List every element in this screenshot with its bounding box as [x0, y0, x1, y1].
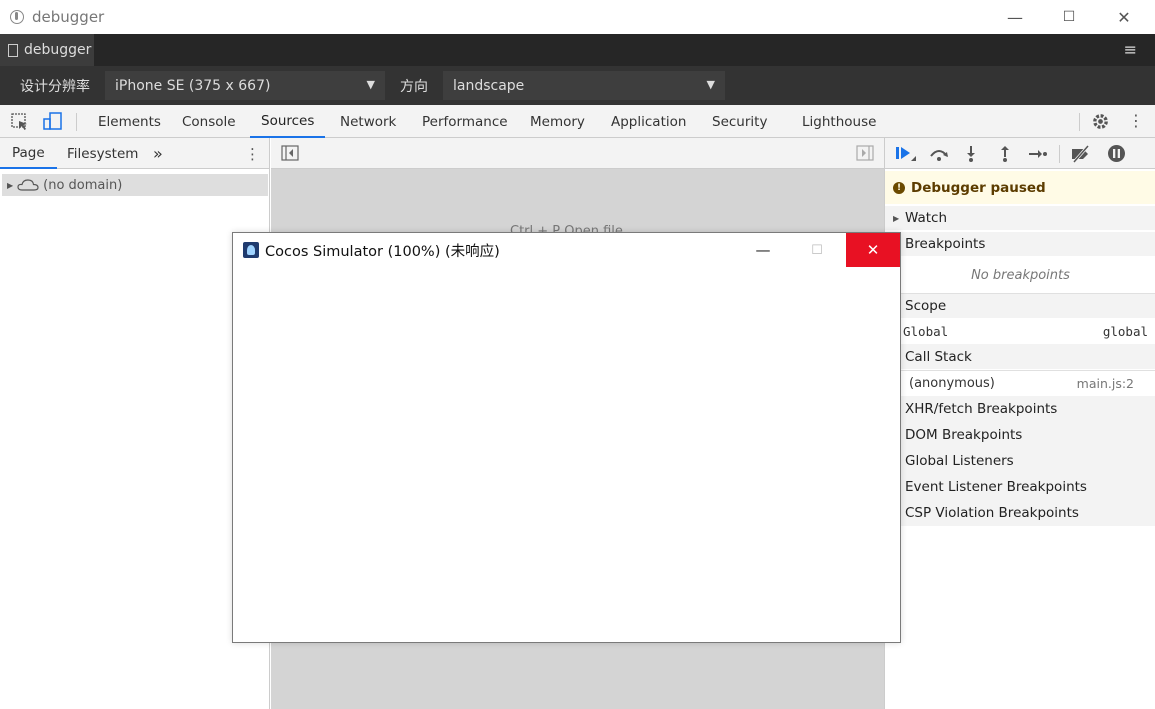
info-icon: ! [893, 181, 905, 194]
devtools-toolbar: Elements Console Sources Network Perform… [0, 105, 1155, 138]
section-dom-breakpoints[interactable]: DOM Breakpoints [885, 422, 1155, 448]
call-frame-row[interactable]: (anonymous) main.js:2 [885, 370, 1155, 396]
toggle-navigator-icon[interactable] [281, 145, 299, 161]
maximize-button[interactable]: ☐ [1042, 0, 1096, 34]
expand-triangle-icon[interactable]: ▶ [7, 181, 13, 190]
dom-label: DOM Breakpoints [905, 427, 1023, 443]
device-toolbar-icon[interactable] [43, 111, 63, 131]
breakpoints-label: Breakpoints [905, 236, 986, 252]
cloud-icon [17, 179, 39, 191]
chevron-down-icon: ▼ [366, 78, 375, 91]
close-button[interactable]: ✕ [1097, 0, 1151, 34]
resolution-label: 设计分辨率 [20, 78, 90, 95]
chevron-down-icon: ▼ [706, 78, 715, 91]
inspect-element-icon[interactable] [11, 113, 29, 131]
simulator-minimize-button[interactable]: — [736, 233, 790, 267]
app-icon [10, 10, 24, 24]
section-call-stack[interactable]: Call Stack [885, 344, 1155, 369]
more-tabs-icon[interactable]: » [153, 138, 163, 169]
tab-page[interactable]: Page [0, 138, 57, 169]
toolbar-divider [76, 113, 77, 131]
debugger-paused-banner: ! Debugger paused [885, 171, 1155, 204]
section-global-listeners[interactable]: Global Listeners [885, 448, 1155, 474]
paused-text: Debugger paused [911, 179, 1046, 196]
tab-console[interactable]: Console [182, 105, 236, 138]
navigator-panel: Page Filesystem » ⋮ ▶ (no domain) [0, 138, 270, 709]
toggle-debugger-icon[interactable] [856, 145, 874, 161]
section-csp-violation-breakpoints[interactable]: CSP Violation Breakpoints [885, 500, 1155, 526]
toolbar-divider [1079, 113, 1080, 131]
debugger-toolbar [885, 138, 1155, 169]
scope-label: Scope [905, 298, 947, 314]
navigator-menu-icon[interactable]: ⋮ [245, 138, 260, 169]
section-xhr-breakpoints[interactable]: XHR/fetch Breakpoints [885, 396, 1155, 422]
call-frame-name: (anonymous) [909, 376, 995, 391]
toolbar-divider [1059, 145, 1060, 163]
cocos-icon [243, 242, 259, 258]
orientation-label: 方向 [400, 78, 428, 95]
document-icon [8, 43, 18, 57]
section-watch[interactable]: Watch [885, 206, 1155, 230]
orientation-select[interactable]: landscape ▼ [443, 71, 725, 100]
tab-debugger[interactable]: debugger [0, 34, 94, 66]
no-breakpoints-message: No breakpoints [885, 258, 1155, 292]
device-settings-bar: 设计分辨率 iPhone SE (375 x 667) ▼ 方向 landsca… [0, 66, 1155, 105]
xhr-label: XHR/fetch Breakpoints [905, 401, 1058, 417]
tab-sources[interactable]: Sources [250, 105, 326, 138]
call-stack-label: Call Stack [905, 348, 972, 365]
more-options-icon[interactable]: ⋮ [1128, 111, 1144, 130]
step-into-icon[interactable] [964, 145, 978, 163]
debugger-sidebar: ! Debugger paused Watch Breakpoints No b… [884, 138, 1155, 709]
tab-performance[interactable]: Performance [422, 105, 508, 138]
tab-label: debugger [24, 42, 92, 58]
settings-gear-icon[interactable] [1091, 112, 1110, 131]
scope-value: global [1102, 323, 1148, 339]
scope-name: Global [903, 323, 949, 339]
call-frame-location[interactable]: main.js:2 [1077, 376, 1134, 391]
watch-label: Watch [905, 210, 948, 226]
section-breakpoints[interactable]: Breakpoints [885, 232, 1155, 256]
tab-memory[interactable]: Memory [530, 105, 585, 138]
window-title: debugger [32, 8, 105, 26]
step-icon[interactable] [1028, 147, 1048, 161]
tab-lighthouse[interactable]: Lighthouse [802, 105, 876, 138]
orientation-value: landscape [453, 77, 525, 94]
tab-filesystem[interactable]: Filesystem [67, 138, 138, 169]
pause-on-exceptions-icon[interactable] [1107, 144, 1126, 163]
section-event-listener-breakpoints[interactable]: Event Listener Breakpoints [885, 474, 1155, 500]
resolution-value: iPhone SE (375 x 667) [115, 77, 271, 94]
tree-item-label: (no domain) [43, 177, 123, 193]
hamburger-menu-icon[interactable]: ≡ [1124, 40, 1137, 59]
document-tabbar: debugger ≡ [0, 34, 1155, 66]
tab-security[interactable]: Security [712, 105, 767, 138]
scope-row-global[interactable]: Global global [885, 319, 1155, 343]
simulator-title: Cocos Simulator (100%) (未响应) [265, 243, 500, 260]
event-listener-label: Event Listener Breakpoints [905, 479, 1087, 495]
resolution-select[interactable]: iPhone SE (375 x 667) ▼ [105, 71, 385, 100]
editor-header [271, 138, 884, 169]
section-scope[interactable]: Scope [885, 293, 1155, 318]
minimize-button[interactable]: — [988, 0, 1042, 34]
csp-label: CSP Violation Breakpoints [905, 505, 1079, 521]
simulator-close-button[interactable]: ✕ [846, 233, 900, 267]
window-titlebar: debugger — ☐ ✕ [0, 0, 1155, 34]
step-out-icon[interactable] [998, 145, 1012, 163]
deactivate-breakpoints-icon[interactable] [1070, 145, 1092, 163]
tab-application[interactable]: Application [611, 105, 686, 138]
tab-elements[interactable]: Elements [98, 105, 161, 138]
global-listeners-label: Global Listeners [905, 453, 1014, 469]
tab-network[interactable]: Network [340, 105, 396, 138]
simulator-maximize-button[interactable]: ☐ [790, 233, 844, 267]
simulator-window[interactable]: Cocos Simulator (100%) (未响应) — ☐ ✕ [232, 232, 901, 643]
tree-item-no-domain[interactable]: ▶ (no domain) [2, 174, 268, 196]
resume-icon[interactable] [895, 145, 917, 163]
navigator-tabs: Page Filesystem » ⋮ [0, 138, 269, 169]
step-over-icon[interactable] [928, 146, 950, 162]
